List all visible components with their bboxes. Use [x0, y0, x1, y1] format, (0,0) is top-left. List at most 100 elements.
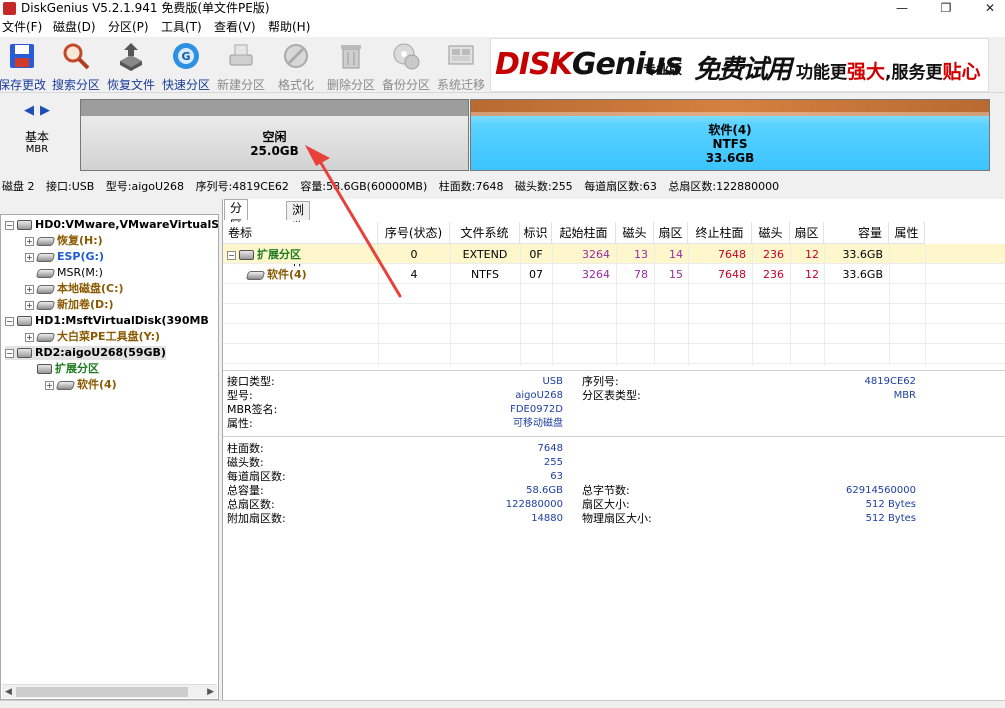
- info-key: 附加扇区数:: [227, 512, 286, 525]
- ntfs-partition-fs: NTFS: [712, 137, 748, 151]
- col-header-filesystem[interactable]: 文件系统: [450, 222, 520, 244]
- close-button[interactable]: ✕: [975, 0, 1005, 17]
- free-space-block[interactable]: 空闲 25.0GB: [80, 99, 469, 171]
- row-extended-label: − 扩展分区: [227, 248, 301, 261]
- extended-partition-icon: [37, 364, 52, 374]
- tree-node-software[interactable]: + 软件(4): [45, 378, 117, 392]
- table-row-empty: [223, 304, 1005, 324]
- menu-view[interactable]: 查看(V): [214, 17, 256, 37]
- expand-icon[interactable]: +: [25, 252, 34, 262]
- expand-icon[interactable]: +: [25, 284, 34, 294]
- col-header-label[interactable]: 卷标: [223, 222, 378, 244]
- disk-serial: 序列号:4819CE62: [195, 180, 289, 193]
- ntfs-partition-size: 33.6GB: [705, 151, 755, 165]
- tab-browse-files[interactable]: 浏览文件: [286, 201, 311, 268]
- minimize-button[interactable]: —: [887, 0, 917, 17]
- tree-node-label: 新加卷(D:): [57, 298, 114, 311]
- svg-text:G: G: [181, 50, 190, 63]
- menu-disk[interactable]: 磁盘(D): [53, 17, 96, 37]
- col-header-attributes[interactable]: 属性: [889, 222, 925, 244]
- info-value: 255: [543, 457, 563, 468]
- col-header-capacity[interactable]: 容量: [824, 222, 889, 244]
- format-button[interactable]: 格式化: [270, 39, 322, 92]
- menu-partition[interactable]: 分区(P): [108, 17, 149, 37]
- col-header-end-head[interactable]: 磁头: [752, 222, 790, 244]
- next-disk-arrow-icon[interactable]: ▶: [40, 103, 50, 118]
- col-header-start-head[interactable]: 磁头: [616, 222, 654, 244]
- tree-node-extended[interactable]: 扩展分区: [37, 362, 99, 376]
- col-header-id[interactable]: 标识: [520, 222, 552, 244]
- col-header-end-sector[interactable]: 扇区: [790, 222, 824, 244]
- tree-node-esp[interactable]: + ESP(G:): [25, 250, 104, 264]
- quick-partition-button[interactable]: G 快速分区: [160, 39, 212, 92]
- disk-icon: [17, 316, 32, 326]
- menu-file[interactable]: 文件(F): [2, 17, 42, 37]
- info-key: 总字节数:: [582, 484, 630, 497]
- geometry-info-block: 柱面数: 7648 磁头数: 255 每道扇区数: 63 总容量: 58.6GB…: [223, 436, 1005, 700]
- maximize-button[interactable]: ❐: [931, 0, 961, 17]
- menu-tools[interactable]: 工具(T): [161, 17, 202, 37]
- row-end-sector: 12: [805, 248, 819, 261]
- search-partition-label: 搜索分区: [51, 78, 100, 92]
- partition-icon: [35, 236, 56, 246]
- ntfs-partition-block[interactable]: 软件(4) NTFS 33.6GB: [470, 99, 990, 171]
- col-header-number[interactable]: 序号(状态): [378, 222, 450, 244]
- scroll-left-arrow-icon[interactable]: ◀: [5, 685, 12, 699]
- info-value: 122880000: [505, 499, 563, 510]
- tree-horizontal-scrollbar[interactable]: ◀ ▶: [2, 684, 217, 698]
- expand-icon[interactable]: +: [45, 380, 54, 390]
- collapse-icon[interactable]: −: [5, 220, 14, 230]
- tab-partition-params[interactable]: 分区参数: [224, 199, 249, 266]
- info-value: MBR: [893, 390, 916, 401]
- partition-icon: [35, 332, 56, 342]
- menu-help[interactable]: 帮助(H): [268, 17, 310, 37]
- tree-node-pe-y[interactable]: + 大白菜PE工具盘(Y:): [25, 330, 160, 344]
- info-key: 扇区大小:: [582, 498, 630, 511]
- system-migration-button[interactable]: 系统迁移: [435, 39, 487, 92]
- collapse-icon[interactable]: −: [5, 348, 14, 358]
- info-value: 63: [550, 471, 563, 482]
- window-title: DiskGenius V5.2.1.941 免费版(单文件PE版): [21, 1, 270, 15]
- search-partition-button[interactable]: 搜索分区: [50, 39, 102, 92]
- expand-icon[interactable]: +: [25, 332, 34, 342]
- info-key: 每道扇区数:: [227, 470, 286, 483]
- tree-node-msr[interactable]: MSR(M:): [35, 266, 103, 280]
- row-end-head: 236: [763, 268, 784, 281]
- tree-node-local-c[interactable]: + 本地磁盘(C:): [25, 282, 124, 296]
- col-header-end-cylinder[interactable]: 终止柱面: [688, 222, 752, 244]
- delete-partition-button[interactable]: 删除分区: [325, 39, 377, 92]
- info-key: MBR签名:: [227, 403, 278, 416]
- col-header-start-cylinder[interactable]: 起始柱面: [552, 222, 616, 244]
- tree-node-recovery[interactable]: + 恢复(H:): [25, 234, 103, 248]
- tree-node-label: MSR(M:): [57, 266, 103, 279]
- disk-tree-panel[interactable]: − HD0:VMware,VMwareVirtualS + 恢复(H:) + ESP(…: [0, 214, 219, 700]
- ntfs-partition-strip: [471, 100, 989, 116]
- scroll-thumb[interactable]: [16, 687, 188, 697]
- prev-disk-arrow-icon[interactable]: ◀: [24, 103, 34, 118]
- system-migration-label: 系统迁移: [436, 78, 485, 92]
- info-key: 属性:: [227, 417, 253, 430]
- tree-node-rd2[interactable]: − RD2:aigoU268(59GB): [5, 346, 166, 360]
- row-id: 0F: [529, 248, 543, 261]
- format-label: 格式化: [277, 78, 314, 92]
- expand-icon[interactable]: +: [25, 300, 34, 310]
- app-icon: [3, 2, 16, 15]
- tree-node-new-d[interactable]: + 新加卷(D:): [25, 298, 114, 312]
- backup-partition-label: 备份分区: [381, 78, 430, 92]
- collapse-icon[interactable]: −: [5, 316, 14, 326]
- backup-partition-button[interactable]: 备份分区: [380, 39, 432, 92]
- save-changes-button[interactable]: 保存更改: [0, 39, 48, 92]
- col-header-start-sector[interactable]: 扇区: [654, 222, 688, 244]
- app-window: DiskGenius V5.2.1.941 免费版(单文件PE版) — ❐ ✕ …: [0, 0, 1005, 708]
- new-partition-button[interactable]: 新建分区: [215, 39, 267, 92]
- row-start-sector: 14: [669, 248, 683, 261]
- scroll-right-arrow-icon[interactable]: ▶: [207, 685, 214, 699]
- tree-node-hd0[interactable]: − HD0:VMware,VMwareVirtualS: [5, 218, 218, 232]
- tree-node-hd1[interactable]: − HD1:MsftVirtualDisk(390MB: [5, 314, 209, 328]
- table-row[interactable]: [223, 244, 1005, 264]
- recover-files-button[interactable]: 恢复文件: [105, 39, 157, 92]
- expand-icon[interactable]: +: [25, 236, 34, 246]
- table-row[interactable]: [223, 264, 1005, 284]
- row-software-label: 软件(4): [245, 265, 307, 285]
- promo-banner[interactable]: DISKGenius 专业版 免费试用 功能更强大,服务更贴心: [490, 38, 989, 92]
